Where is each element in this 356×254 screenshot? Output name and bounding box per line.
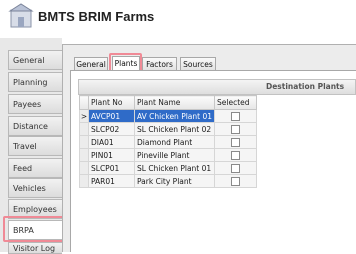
table-row[interactable]: > AVCP01 AV Chicken Plant 01 xyxy=(79,109,258,123)
cell-plant-name[interactable]: AV Chicken Plant 01 xyxy=(133,109,216,123)
sidebar-item-general[interactable]: General xyxy=(8,50,62,70)
current-row-indicator: > xyxy=(79,109,89,123)
selected-checkbox[interactable] xyxy=(231,176,241,186)
cell-plant-name[interactable]: Pineville Plant xyxy=(133,148,216,162)
table-row[interactable]: SLCP01 SL Chicken Plant 01 xyxy=(79,161,258,175)
cell-plant-name[interactable]: SL Chicken Plant 01 xyxy=(133,161,216,175)
cell-plant-no[interactable]: PIN01 xyxy=(88,148,135,162)
sidebar-item-travel-times[interactable]: Travel Times xyxy=(8,136,62,170)
tab-factors[interactable]: Factors xyxy=(142,57,177,70)
column-header-plant-name[interactable]: Plant Name xyxy=(133,95,216,110)
table-row[interactable]: PIN01 Pineville Plant xyxy=(79,148,258,162)
selected-checkbox[interactable] xyxy=(231,137,241,147)
column-header-selected[interactable]: Selected xyxy=(214,95,258,110)
sidebar-item-distance[interactable]: Distance xyxy=(8,116,62,136)
row-indicator xyxy=(79,135,89,149)
cell-selected[interactable] xyxy=(214,148,258,162)
cell-plant-name[interactable]: Diamond Plant xyxy=(133,135,216,149)
selected-checkbox[interactable] xyxy=(231,150,241,160)
cell-plant-name[interactable]: SL Chicken Plant 02 xyxy=(133,122,216,136)
row-indicator-header xyxy=(79,95,89,110)
cell-selected[interactable] xyxy=(214,174,258,188)
row-indicator xyxy=(79,161,89,175)
cell-selected[interactable] xyxy=(214,122,258,136)
cell-plant-no[interactable]: SLCP02 xyxy=(88,122,135,136)
selected-checkbox[interactable] xyxy=(231,163,241,173)
cell-selected[interactable] xyxy=(214,135,258,149)
table-row[interactable]: PAR01 Park City Plant xyxy=(79,174,258,188)
selected-checkbox[interactable] xyxy=(231,111,241,121)
brpa-highlight xyxy=(3,216,66,242)
row-indicator xyxy=(79,148,89,162)
row-indicator xyxy=(79,122,89,136)
cell-plant-name[interactable]: Park City Plant xyxy=(133,174,216,188)
cell-plant-no[interactable]: AVCP01 xyxy=(88,109,135,123)
sidebar-item-visitor-log[interactable]: Visitor Log xyxy=(8,242,62,254)
table-row[interactable]: DIA01 Diamond Plant xyxy=(79,135,258,149)
folder-house-icon xyxy=(8,3,34,28)
destination-plants-title: Destination Plants xyxy=(266,82,345,91)
cell-plant-no[interactable]: PAR01 xyxy=(88,174,135,188)
cell-plant-no[interactable]: SLCP01 xyxy=(88,161,135,175)
tab-general[interactable]: General xyxy=(74,57,108,70)
sidebar-item-vehicles[interactable]: Vehicles xyxy=(8,178,62,198)
cell-selected[interactable] xyxy=(214,161,258,175)
selected-checkbox[interactable] xyxy=(231,124,241,134)
cell-plant-no[interactable]: DIA01 xyxy=(88,135,135,149)
sidebar-item-planning[interactable]: Planning xyxy=(8,72,62,92)
row-indicator xyxy=(79,174,89,188)
column-header-plant-no[interactable]: Plant No xyxy=(88,95,135,110)
app-title: BMTS BRIM Farms xyxy=(38,9,155,24)
table-row[interactable]: SLCP02 SL Chicken Plant 02 xyxy=(79,122,258,136)
tab-sources[interactable]: Sources xyxy=(180,57,216,70)
sidebar-item-feed-capacity[interactable]: Feed Capacity xyxy=(8,158,62,192)
plants-grid: Plant No Plant Name Selected > AVCP01 AV… xyxy=(79,95,258,188)
app-header: BMTS BRIM Farms xyxy=(0,0,356,38)
cell-selected[interactable] xyxy=(214,109,258,123)
sidebar-item-payees[interactable]: Payees xyxy=(8,94,62,114)
